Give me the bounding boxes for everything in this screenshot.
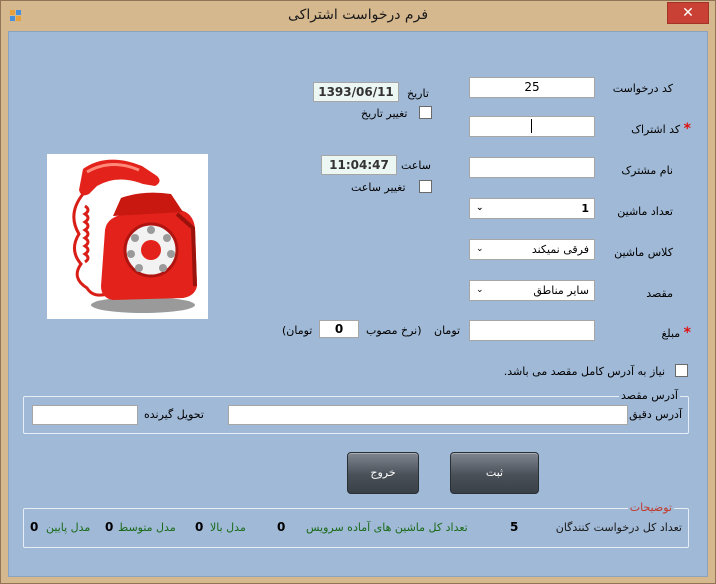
low-model-label: مدل پایین [46,521,91,534]
car-class-select[interactable]: فرقی نمیکند ⌄ [469,239,595,260]
exact-address-field[interactable] [228,405,628,425]
change-time-label: تغییر ساعت [351,181,406,194]
window-title: فرم درخواست اشتراکی [287,7,429,23]
ready-cars-label: تعداد کل ماشین های آماده سرویس [306,521,468,534]
car-count-select[interactable]: 1 ⌄ [469,198,595,219]
close-button[interactable]: ✕ [667,2,709,24]
rate-suffix-label: تومان) [282,324,313,337]
exact-address-label: آدرس دقیق [629,408,682,421]
receiver-label: تحویل گیرنده [144,408,204,421]
required-star: * [683,121,691,137]
subscription-code-label: * کد اشتراک [631,121,691,137]
car-class-label: کلاس ماشین [614,246,673,259]
main-window: فرم درخواست اشتراکی ✕ کد درخواست 25 * کد… [0,0,716,584]
date-label: تاریخ [407,87,429,100]
rate-field[interactable]: 0 [319,320,359,338]
save-button[interactable]: ثبت [450,452,539,494]
stats-group: توضیحات تعداد کل درخواست کنندگان 5 تعداد… [23,501,689,548]
high-model-label: مدل بالا [210,521,246,534]
address-group-title: آدرس مقصد [619,389,680,402]
receiver-field[interactable] [32,405,138,425]
text-caret [531,119,532,133]
change-date-label: تغییر تاریخ [361,107,408,120]
ready-cars-value: 0 [277,520,286,534]
red-rotary-telephone-icon [72,159,197,313]
exit-button[interactable]: خروج [347,452,419,494]
low-model-value: 0 [30,520,39,534]
close-icon: ✕ [682,5,694,21]
telephone-image [47,154,208,319]
amount-unit-label: تومان [434,324,461,337]
change-time-checkbox[interactable] [419,180,432,193]
amount-field[interactable] [469,320,595,341]
total-requests-label: تعداد کل درخواست کنندگان [555,521,682,534]
amount-label: * مبلغ [661,325,691,341]
full-address-label: نیاز به آدرس کامل مقصد می باشد. [503,365,665,378]
request-code-label: کد درخواست [612,82,673,95]
full-address-checkbox[interactable] [675,364,688,377]
rate-prefix-label: (نرخ مصوب [366,324,422,337]
car-count-label: تعداد ماشین [617,205,673,218]
address-group: آدرس مقصد آدرس دقیق تحویل گیرنده [23,389,689,434]
stats-group-title: توضیحات [627,501,674,514]
time-field: 11:04:47 [321,155,397,175]
form-client-area: کد درخواست 25 * کد اشتراک نام مشترک تعدا… [8,31,708,577]
required-star: * [683,325,691,341]
chevron-down-icon: ⌄ [476,203,484,213]
change-date-checkbox[interactable] [419,106,432,119]
mid-model-value: 0 [105,520,114,534]
total-requests-value: 5 [510,520,519,534]
date-field: 1393/06/11 [313,82,399,102]
request-code-field[interactable]: 25 [469,77,595,98]
subscription-code-field[interactable] [469,116,595,137]
subscriber-name-field[interactable] [469,157,595,178]
subscriber-name-label: نام مشترک [621,164,673,177]
title-bar: فرم درخواست اشتراکی ✕ [1,1,715,31]
time-label: ساعت [401,159,431,172]
destination-select[interactable]: سایر مناطق ⌄ [469,280,595,301]
mid-model-label: مدل متوسط [118,521,176,534]
high-model-value: 0 [195,520,204,534]
destination-label: مقصد [646,287,673,300]
chevron-down-icon: ⌄ [476,285,484,295]
chevron-down-icon: ⌄ [476,244,484,254]
